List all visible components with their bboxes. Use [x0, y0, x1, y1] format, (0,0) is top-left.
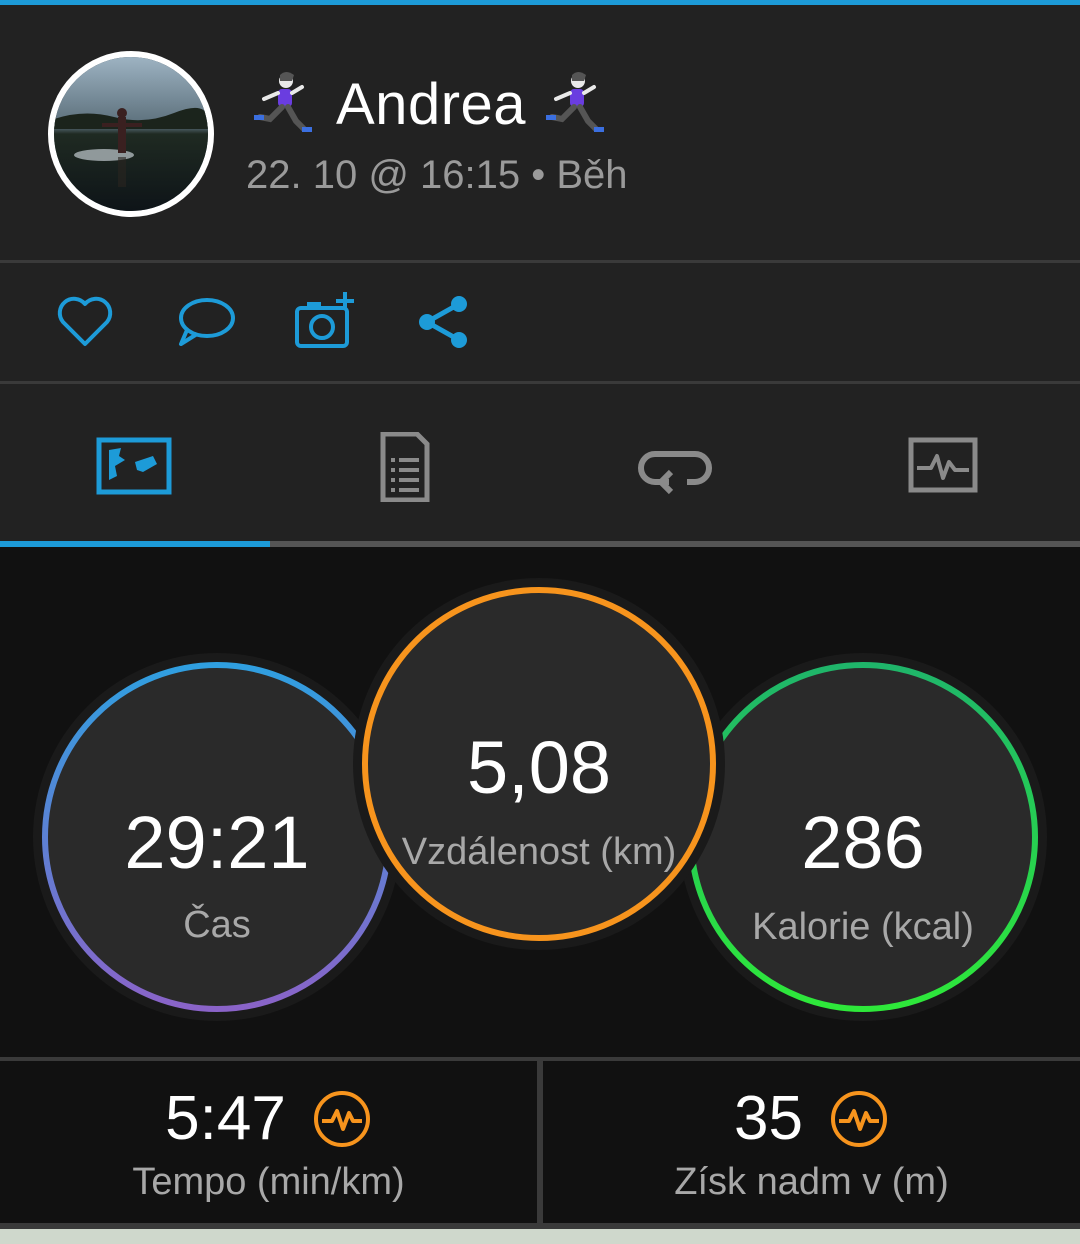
tab-map[interactable] [0, 422, 270, 512]
elevation-label: Získ nadm v (m) [674, 1161, 949, 1203]
calories-label: Kalorie (kcal) [752, 906, 974, 948]
elevation-value: 35 [734, 1084, 803, 1153]
calories-value: 286 [801, 801, 925, 884]
avatar[interactable] [48, 51, 214, 217]
chart-icon [908, 437, 978, 493]
heart-icon [57, 296, 113, 346]
add-photo-button[interactable] [290, 291, 360, 353]
pace-label: Tempo (min/km) [132, 1161, 405, 1203]
tab-bar [0, 384, 1080, 542]
pace-value: 5:47 [165, 1084, 286, 1153]
distance-ring[interactable]: 5,08 Vzdálenost (km) [352, 577, 726, 951]
comment-icon [179, 298, 235, 346]
time-label: Čas [183, 904, 251, 946]
name-row: Andrea [250, 67, 612, 141]
details-icon [380, 432, 430, 502]
add-photo-icon [295, 292, 354, 348]
time-value: 29:21 [124, 801, 310, 884]
tab-laps[interactable] [540, 422, 810, 512]
tab-chart[interactable] [810, 422, 1080, 512]
map-preview[interactable] [0, 1223, 1080, 1244]
tab-details[interactable] [270, 422, 540, 512]
elevation-metric[interactable]: 35 Získ nadm v (m) [543, 1061, 1080, 1223]
like-button[interactable] [50, 291, 120, 353]
activity-subtitle: 22. 10 @ 16:15 • Běh [246, 153, 628, 197]
runner-icon [542, 69, 612, 139]
calories-ring[interactable]: 286 Kalorie (kcal) [678, 652, 1048, 1022]
comment-button[interactable] [170, 291, 240, 353]
activity-header: Andrea 22. 10 @ 16:15 • Běh [0, 5, 1080, 261]
map-icon [96, 437, 172, 495]
user-name[interactable]: Andrea [336, 71, 526, 138]
activity-pulse-icon[interactable] [312, 1089, 372, 1149]
activity-pulse-icon[interactable] [829, 1089, 889, 1149]
time-ring[interactable]: 29:21 Čas [32, 652, 402, 1022]
laps-icon [638, 451, 712, 495]
distance-label: Vzdálenost (km) [401, 831, 677, 873]
stats-area: 29:21 Čas 286 Kalorie (kcal) 5,08 Vzdále… [0, 547, 1080, 1057]
action-bar [0, 263, 1080, 381]
share-icon [419, 296, 467, 348]
pace-metric[interactable]: 5:47 Tempo (min/km) [0, 1061, 537, 1223]
distance-value: 5,08 [466, 726, 612, 809]
share-button[interactable] [410, 291, 480, 353]
runner-icon [250, 69, 320, 139]
